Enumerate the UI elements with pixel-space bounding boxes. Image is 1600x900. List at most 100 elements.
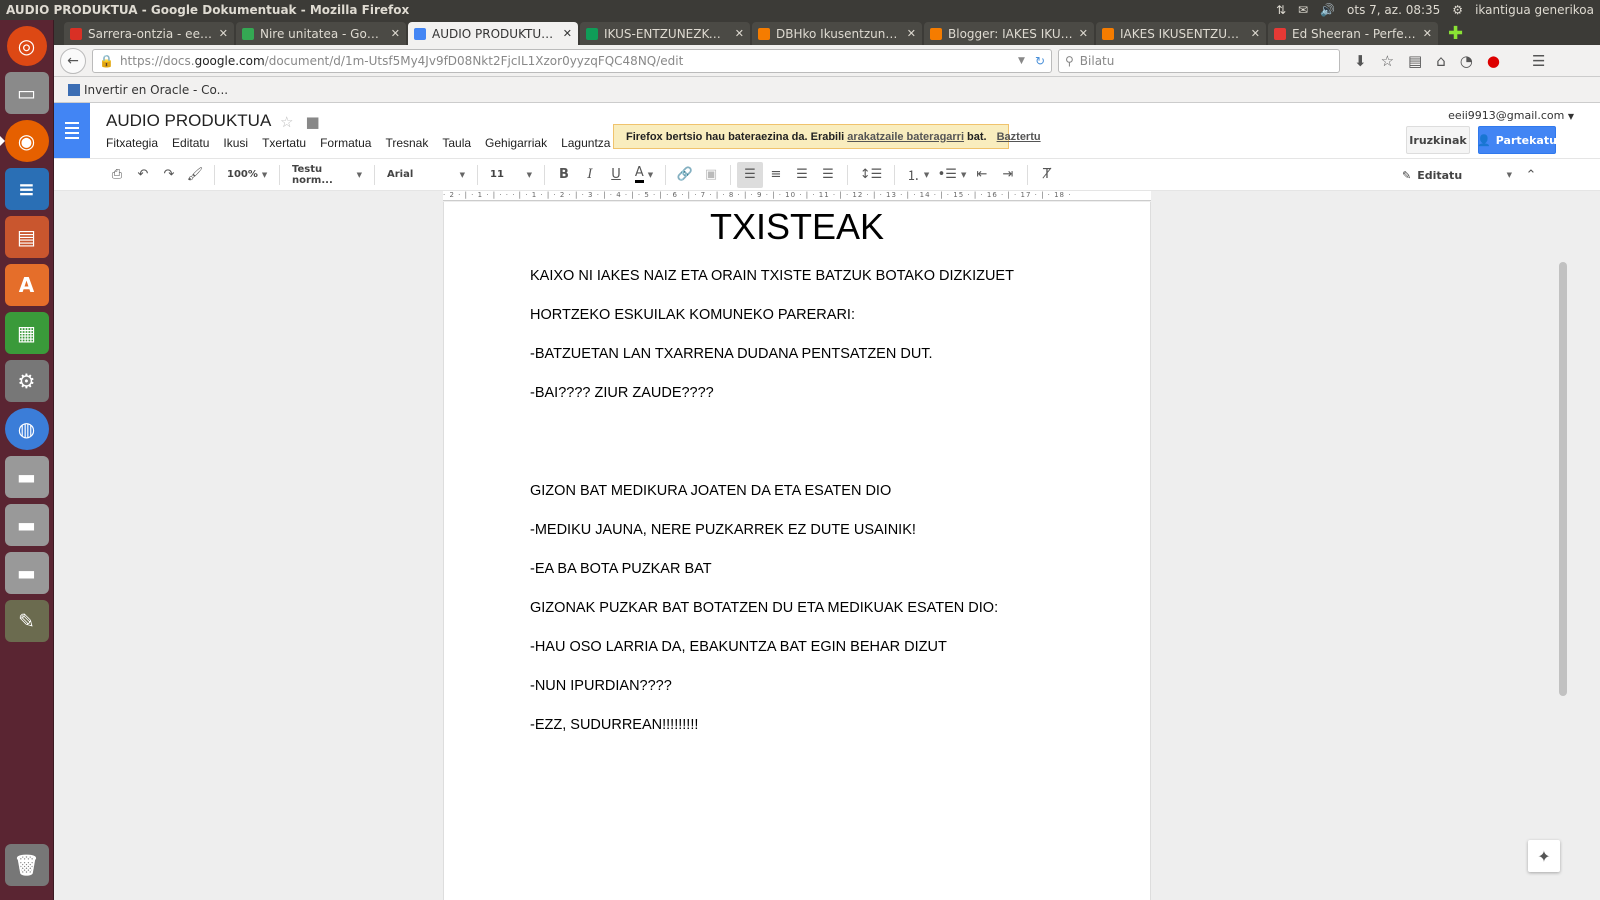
close-icon[interactable]: ✕ xyxy=(391,27,400,40)
align-left-icon[interactable]: ☰ xyxy=(737,161,763,188)
menu-help[interactable]: Laguntza xyxy=(561,136,610,150)
compatible-browser-link[interactable]: arakatzaile bateragarri xyxy=(847,131,964,143)
align-center-icon[interactable]: ≡ xyxy=(763,162,789,188)
volume-icon[interactable]: 🔊 xyxy=(1320,3,1335,17)
share-button[interactable]: 👤 Partekatu xyxy=(1477,126,1557,154)
underline-icon[interactable]: U xyxy=(603,162,629,188)
trash-icon[interactable]: 🗑 xyxy=(4,844,49,886)
decrease-indent-icon[interactable]: ⇤ xyxy=(969,162,995,188)
collapse-chevron-up-icon[interactable]: ⌃ xyxy=(1518,162,1544,188)
document-line[interactable]: -MEDIKU JAUNA, NERE PUZKARREK EZ DUTE US… xyxy=(530,522,916,538)
paint-format-icon[interactable]: 🖌 xyxy=(182,162,208,188)
bookmark-star-icon[interactable]: ☆ xyxy=(1381,52,1394,70)
line-spacing-icon[interactable]: ↕☰ xyxy=(854,162,888,188)
bold-icon[interactable]: B xyxy=(551,162,577,188)
browser-tab[interactable]: Sarrera-ontzia - eeii... ✕ xyxy=(64,22,234,45)
menu-table[interactable]: Taula xyxy=(442,136,471,150)
align-justify-icon[interactable]: ☰ xyxy=(815,162,841,188)
clock[interactable]: ots 7, az. 08:35 xyxy=(1347,3,1440,17)
adblock-icon[interactable]: ● xyxy=(1487,52,1500,70)
document-line[interactable]: -HAU OSO LARRIA DA, EBAKUNTZA BAT EGIN B… xyxy=(530,639,947,655)
docs-home-icon[interactable] xyxy=(54,103,90,158)
close-icon[interactable]: ✕ xyxy=(1251,27,1260,40)
chromium-icon[interactable]: ◍ xyxy=(4,408,49,450)
text-color-icon[interactable]: A ▼ xyxy=(629,162,659,188)
close-icon[interactable]: ✕ xyxy=(1423,27,1432,40)
ubuntu-home-icon[interactable]: ◎ xyxy=(6,26,47,66)
menu-view[interactable]: Ikusi xyxy=(223,136,248,150)
explore-icon[interactable]: ✦ xyxy=(1528,840,1560,872)
browser-tab[interactable]: DBHko Ikusentzunez... ✕ xyxy=(752,22,922,45)
font-select[interactable]: Arial ▼ xyxy=(381,162,471,188)
firefox-icon[interactable]: ◉ xyxy=(0,120,49,162)
scrollbar-thumb[interactable] xyxy=(1559,262,1567,696)
menu-insert[interactable]: Txertatu xyxy=(262,136,306,150)
menu-tools[interactable]: Tresnak xyxy=(385,136,428,150)
increase-indent-icon[interactable]: ⇥ xyxy=(995,162,1021,188)
close-icon[interactable]: ✕ xyxy=(1079,27,1088,40)
document-line[interactable]: -EA BA BOTA PUZKAR BAT xyxy=(530,561,712,577)
document-line[interactable]: KAIXO NI IAKES NAIZ ETA ORAIN TXISTE BAT… xyxy=(530,268,1014,284)
network-icon[interactable]: ⇅ xyxy=(1276,3,1286,17)
browser-tab[interactable]: Nire unitatea - Goog... ✕ xyxy=(236,22,406,45)
italic-icon[interactable]: I xyxy=(577,162,603,188)
browser-tab[interactable]: IKUS-ENTZUNEZKO ... ✕ xyxy=(580,22,750,45)
settings-gear-icon[interactable]: ⚙ xyxy=(1452,3,1463,17)
document-page[interactable]: TXISTEAK KAIXO NI IAKES NAIZ ETA ORAIN T… xyxy=(443,202,1151,900)
insert-comment-icon[interactable]: ▣ xyxy=(698,162,724,188)
document-line[interactable]: -NUN IPURDIAN???? xyxy=(530,678,672,694)
clear-formatting-icon[interactable]: Ⱦ xyxy=(1034,162,1060,188)
star-icon[interactable]: ☆ xyxy=(280,113,293,131)
dropdown-arrow-icon[interactable]: ▼ xyxy=(1018,56,1025,66)
search-input[interactable]: ⚲ Bilatu xyxy=(1058,48,1340,73)
font-size-select[interactable]: 11 ▼ xyxy=(484,162,538,188)
redo-icon[interactable]: ↷ xyxy=(156,162,182,188)
mail-icon[interactable]: ✉ xyxy=(1298,3,1308,17)
drive-icon[interactable]: ▬ xyxy=(4,456,49,498)
browser-tab[interactable]: Ed Sheeran - Perfect... ✕ xyxy=(1268,22,1438,45)
menu-format[interactable]: Formatua xyxy=(320,136,371,150)
menu-file[interactable]: Fitxategia xyxy=(106,136,158,150)
editing-mode-select[interactable]: ✎ Editatu ▼ xyxy=(1402,162,1512,188)
align-right-icon[interactable]: ☰ xyxy=(789,162,815,188)
home-icon[interactable]: ⌂ xyxy=(1436,52,1446,70)
reading-list-icon[interactable]: ▤ xyxy=(1408,52,1422,70)
gimp-icon[interactable]: ✎ xyxy=(4,600,49,642)
close-icon[interactable]: ✕ xyxy=(563,27,572,40)
menu-edit[interactable]: Editatu xyxy=(172,136,209,150)
document-line[interactable]: HORTZEKO ESKUILAK KOMUNEKO PARERARI: xyxy=(530,307,855,323)
browser-tab[interactable]: IAKES IKUSENTZUN... ✕ xyxy=(1096,22,1266,45)
impress-icon[interactable]: ▤ xyxy=(4,216,49,258)
document-line[interactable]: GIZONAK PUZKAR BAT BOTATZEN DU ETA MEDIK… xyxy=(530,600,998,616)
account-email[interactable]: eeii9913@gmail.com ▼ xyxy=(1448,109,1574,122)
print-icon[interactable]: ⎙ xyxy=(104,162,130,188)
document-heading[interactable]: TXISTEAK xyxy=(444,206,1150,248)
link-icon[interactable]: 🔗 xyxy=(672,162,698,188)
drive-icon[interactable]: ▬ xyxy=(4,504,49,546)
chat-icon[interactable]: ◔ xyxy=(1460,52,1473,70)
files-icon[interactable]: ▭ xyxy=(4,72,49,114)
undo-icon[interactable]: ↶ xyxy=(130,162,156,188)
close-icon[interactable]: ✕ xyxy=(907,27,916,40)
download-icon[interactable]: ⬇ xyxy=(1354,52,1367,70)
bookmark-item[interactable]: Invertir en Oracle - Co... xyxy=(84,83,228,97)
bulleted-list-icon[interactable]: •☰ ▼ xyxy=(935,162,969,188)
dismiss-link[interactable]: Baztertu xyxy=(997,131,1041,143)
writer-icon[interactable]: ≡ xyxy=(4,168,49,210)
ruler[interactable]: · 2 · | · 1 · | · · · | · 1 · | · 2 · | … xyxy=(443,191,1151,201)
menu-hamburger-icon[interactable]: ☰ xyxy=(1532,52,1545,70)
reload-icon[interactable]: ↻ xyxy=(1035,54,1045,68)
drive-icon[interactable]: ▬ xyxy=(4,552,49,594)
system-settings-icon[interactable]: ⚙ xyxy=(4,360,49,402)
close-icon[interactable]: ✕ xyxy=(219,27,228,40)
user-name[interactable]: ikantigua generikoa xyxy=(1475,3,1594,17)
vertical-scrollbar[interactable] xyxy=(1557,200,1569,700)
document-line[interactable]: -BAI???? ZIUR ZAUDE???? xyxy=(530,385,714,401)
document-line[interactable]: -BATZUETAN LAN TXARRENA DUDANA PENTSATZE… xyxy=(530,346,933,362)
paragraph-style-select[interactable]: Testu norm... ▼ xyxy=(286,162,368,188)
software-center-icon[interactable]: A xyxy=(4,264,49,306)
url-bar[interactable]: 🔒 https://docs. google.com/document/d/1m-… xyxy=(92,48,1052,73)
new-tab-plus-icon[interactable]: ✚ xyxy=(1448,22,1463,45)
menu-addons[interactable]: Gehigarriak xyxy=(485,136,547,150)
numbered-list-icon[interactable]: ⒈ ▼ xyxy=(901,162,935,188)
